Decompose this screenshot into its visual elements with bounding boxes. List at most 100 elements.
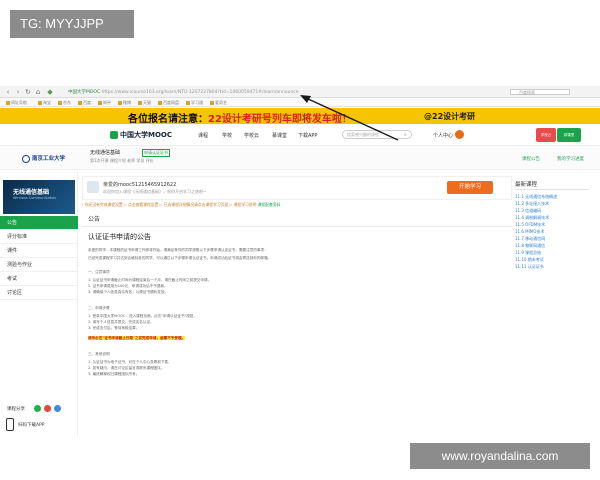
site-logo[interactable]: 中国大学MOOC <box>110 130 172 140</box>
bookmark-item[interactable]: 爱奇艺 <box>210 100 227 106</box>
announcement-paragraph: 1. 登录中国大学MOOC，进入课程页面，点击"申请认证证书"按钮。 <box>88 314 197 318</box>
bookmark-item[interactable]: 百度网盘 <box>158 100 179 106</box>
bookmark-item[interactable]: 学习通 <box>186 100 203 106</box>
sidebar-item-grading[interactable]: 评分标准 <box>0 230 78 244</box>
university-logo[interactable]: 南京工业大学 <box>22 154 65 163</box>
course-sidebar: 无线通信基础 Wireless Communication 公告 评分标准 课件… <box>0 172 78 436</box>
nav-schools[interactable]: 学校 <box>222 132 232 139</box>
share-label: 课程分享 <box>7 407 25 412</box>
announcement-paragraph: 3. 请确保个人信息真实有效，以便证书顺利发放。 <box>88 290 169 294</box>
user-avatar <box>87 181 99 193</box>
announcement-paragraph: 已经完成课程学习并达到合格标准的同学，可以通过以下步骤申请认证证书，申请成功后证… <box>88 256 272 260</box>
forward-icon[interactable]: › <box>14 88 22 96</box>
bookmark-item[interactable]: 微博 <box>118 100 131 106</box>
sidebar-item-courseware[interactable]: 课件 <box>0 244 78 258</box>
announcement-paragraph: 3. 最终解释权归课程团队所有。 <box>88 372 140 376</box>
mooc-logo-icon <box>110 131 118 139</box>
rail-item[interactable]: 11.9 课程总结 <box>515 250 541 256</box>
divider <box>82 226 512 227</box>
learning-progress-link[interactable]: 我的学习进度 <box>557 156 584 162</box>
rail-item[interactable]: 11.6 MIMO技术 <box>515 229 544 235</box>
rail-item[interactable]: 11.11 认证证书 <box>515 264 544 270</box>
promo-banner[interactable]: 各位报名请注意：22设计考研号列车即将发车啦！ @22设计考研 <box>0 108 600 125</box>
enroll-card: 亲爱的mooc51215465912622 欢迎你加入课程《无线通信基础》，祝你… <box>82 176 512 200</box>
rail-item[interactable]: 11.8 物联网通信 <box>515 243 545 249</box>
url-path: https://www.icourse163.org/learn/NTU-120… <box>101 90 299 95</box>
bookmark-item[interactable]: 京东 <box>58 100 71 106</box>
nav-courses[interactable]: 课程 <box>198 132 208 139</box>
nav-download-app[interactable]: 下载APP <box>298 132 317 139</box>
banner-text: 各位报名请注意：22设计考研号列车即将发车啦！ <box>128 110 352 125</box>
university-seal-icon <box>22 154 30 163</box>
highlight-text: 请务必在"证书申请截止日期"之前完成申请，逾期不予受理。 <box>88 336 186 340</box>
site-search-input[interactable]: 搜索感兴趣的课程 <box>342 130 412 139</box>
rail-divider <box>515 189 589 190</box>
sidebar-item-exam[interactable]: 考试 <box>0 272 78 286</box>
wechat-icon[interactable] <box>34 405 41 412</box>
announcement-title: 认证证书申请的公告 <box>88 233 151 241</box>
sidebar-item-announcements[interactable]: 公告 <box>0 216 78 230</box>
sidebar-item-quizzes[interactable]: 测验与作业 <box>0 258 78 272</box>
bookmark-item[interactable]: 淘宝 <box>38 100 51 106</box>
course-header: 南京工业大学 无线通信基础 申请认证证书 第1次开课 课程介绍 老师 学员 评价… <box>0 146 600 170</box>
school-cloud-badge[interactable]: 学校云 <box>536 128 556 142</box>
qq-icon[interactable] <box>54 405 61 412</box>
cert-badge[interactable]: 申请认证证书 <box>142 149 170 157</box>
bookmarks-bar: 网址导航 淘宝 京东 百度 知乎 微博 天猫 百度网盘 学习通 爱奇艺 <box>0 98 600 107</box>
bookmark-item[interactable]: 天猫 <box>138 100 151 106</box>
rail-item[interactable]: 11.7 移动通信网 <box>515 236 545 242</box>
sidebar-item-forum[interactable]: 讨论区 <box>0 286 78 300</box>
announcement-main: 亲爱的mooc51215465912622 欢迎你加入课程《无线通信基础》，祝你… <box>82 172 512 436</box>
rail-item[interactable]: 11.10 期末考试 <box>515 257 544 263</box>
home-icon[interactable]: ⌂ <box>34 88 42 96</box>
screenshot-root: TG: MYYJJPP ‹ › ↻ ⌂ ◆ 中国大学MOOC https://w… <box>0 0 600 480</box>
tips-link[interactable]: 课程配套资料 <box>258 202 281 207</box>
site-header: 中国大学MOOC 课程 学校 学校云 慕课堂 下载APP 搜索感兴趣的课程 ⌕ … <box>0 124 600 146</box>
banner-side-text: @22设计考研 <box>424 112 476 121</box>
announcement-paragraph: 3. 完成支付后，等待审核结果。 <box>88 326 140 330</box>
announcement-paragraph: 2. 填写个人信息并提交，完成实名认证。 <box>88 320 154 324</box>
rail-item[interactable]: 11.2 多址接入技术 <box>515 201 549 207</box>
watermark-bottom: www.royandalina.com <box>410 443 590 469</box>
nav-mooc-classroom[interactable]: 慕课堂 <box>272 132 287 139</box>
browser-window: ‹ › ↻ ⌂ ◆ 中国大学MOOC https://www.icourse16… <box>0 86 600 436</box>
refresh-icon[interactable]: ↻ <box>24 88 32 96</box>
course-announce-link[interactable]: 课程公告 <box>522 156 540 162</box>
start-learning-button[interactable]: 开始学习 <box>447 181 493 194</box>
search-icon[interactable]: ⌕ <box>404 132 407 138</box>
enroll-username: 亲爱的mooc51215465912622 <box>103 182 177 188</box>
announcement-paragraph: 2. 如有疑问，请在讨论区留言或联系课程团队。 <box>88 366 165 370</box>
weibo-icon[interactable] <box>44 405 51 412</box>
mooc-classroom-badge[interactable]: 慕课堂 <box>557 128 581 142</box>
avatar[interactable] <box>455 130 464 139</box>
announcement-paragraph: 2. 证书申请费用为100元，申请成功后不予退款。 <box>88 284 168 288</box>
bookmark-item[interactable]: 知乎 <box>98 100 111 106</box>
nav-school-cloud[interactable]: 学校云 <box>244 132 259 139</box>
rail-item[interactable]: 11.5 OFDM技术 <box>515 222 545 228</box>
announcement-paragraph: 二、申请步骤 <box>88 306 110 310</box>
bookmark-item[interactable]: 网址导航 <box>6 100 27 106</box>
rail-item[interactable]: 11.3 信道编码 <box>515 208 541 214</box>
browser-search-input[interactable]: 百度搜索 <box>510 89 570 95</box>
phone-icon <box>6 418 14 431</box>
app-download-label: 扫码下载APP <box>18 423 45 428</box>
bookmark-item[interactable]: 百度 <box>78 100 91 106</box>
announcement-paragraph: 亲爱的同学：本课程的证书申请工作即将开始，请满足条件的同学按照以下步骤申请认证证… <box>88 248 268 252</box>
watermark-top: TG: MYYJJPP <box>10 10 134 38</box>
url-input[interactable]: 中国大学MOOC https://www.icourse163.org/lear… <box>68 89 299 95</box>
tips-row[interactable]: ! 你还没有完成课程设置 ▷ 点击查看课程设置 ▷ 已选课程详细情况请点击课程学… <box>82 202 512 210</box>
section-title: 公告 <box>88 216 101 223</box>
cover-title: 无线通信基础 <box>13 189 50 196</box>
tips-text: ! 你还没有完成课程设置 ▷ 点击查看课程设置 ▷ 已选课程详细情况请点击课程学… <box>82 202 257 207</box>
user-center-link[interactable]: 个人中心 <box>433 132 453 139</box>
enroll-welcome: 欢迎你加入课程《无线通信基础》，祝你开启学习之旅吧~ <box>103 189 207 194</box>
shield-icon: ◆ <box>47 88 53 96</box>
course-meta: 第1次开课 课程介绍 老师 学员 评价 <box>90 158 154 163</box>
announcement-paragraph: 1. 认证证书申请截止时间为课程结束后一个月，请在截止时间之前提交申请。 <box>88 278 212 282</box>
announcement-paragraph: 1. 认证证书为电子证书，可在个人中心查看和下载。 <box>88 360 172 364</box>
app-download-promo[interactable]: 扫码下载APP <box>6 418 72 432</box>
rail-item[interactable]: 11.4 调制解调技术 <box>515 215 549 221</box>
cover-subtitle: Wireless Communication <box>13 196 57 200</box>
back-icon[interactable]: ‹ <box>4 88 12 96</box>
rail-item[interactable]: 11.1 无线通信系统概述 <box>515 194 557 200</box>
